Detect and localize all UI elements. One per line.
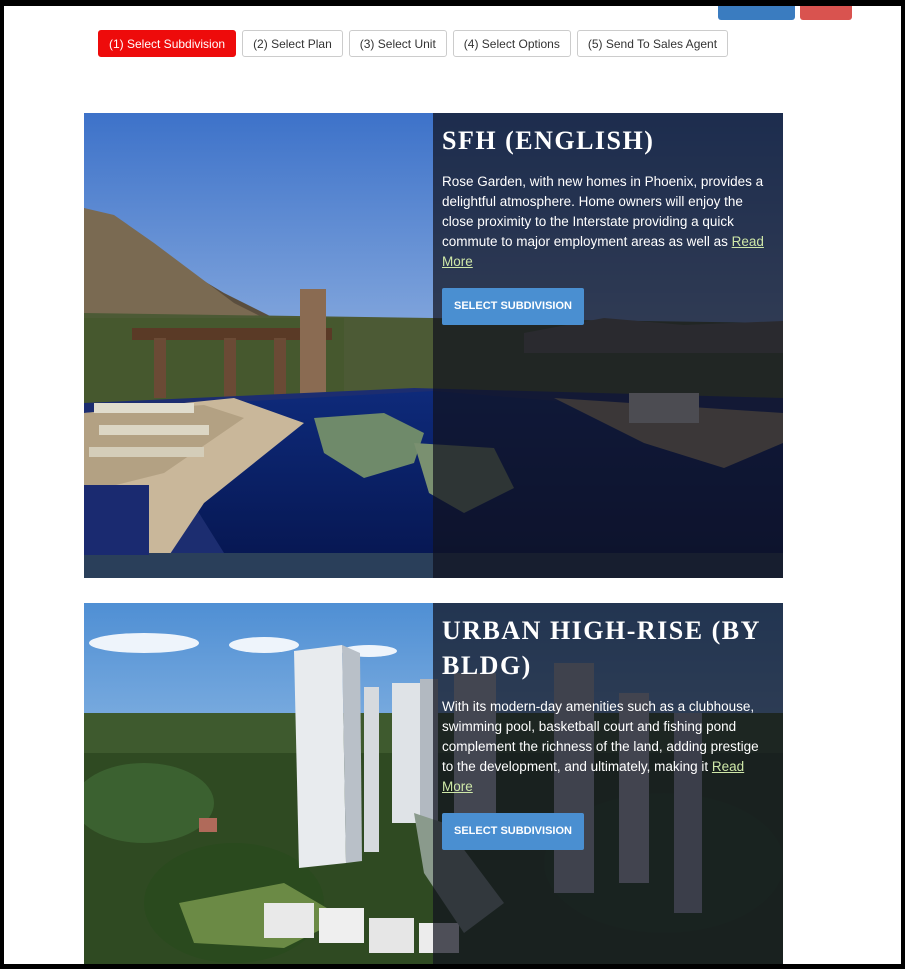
card-description: Rose Garden, with new homes in Phoenix, …: [442, 174, 764, 269]
step-select-plan[interactable]: (2) Select Plan: [242, 30, 343, 57]
card-title: URBAN HIGH-RISE (BY BLDG): [442, 616, 760, 680]
header-primary-button[interactable]: [718, 6, 795, 20]
card-title: SFH (ENGLISH): [442, 126, 655, 155]
step-nav: (1) Select Subdivision (2) Select Plan (…: [98, 30, 729, 57]
subdivision-card-sfh: SFH (ENGLISH) Rose Garden, with new home…: [84, 113, 783, 578]
step-select-options[interactable]: (4) Select Options: [452, 30, 571, 57]
page-frame: (1) Select Subdivision (2) Select Plan (…: [4, 6, 901, 964]
card-overlay: SFH (ENGLISH) Rose Garden, with new home…: [433, 113, 783, 578]
select-subdivision-button[interactable]: SELECT SUBDIVISION: [442, 288, 584, 325]
select-subdivision-button[interactable]: SELECT SUBDIVISION: [442, 813, 584, 850]
header-logout-button[interactable]: [800, 6, 852, 20]
card-description: With its modern-day amenities such as a …: [442, 699, 759, 794]
subdivision-card-urban-high-rise: URBAN HIGH-RISE (BY BLDG) With its moder…: [84, 603, 783, 964]
step-select-unit[interactable]: (3) Select Unit: [348, 30, 447, 57]
step-select-subdivision[interactable]: (1) Select Subdivision: [98, 30, 237, 57]
card-overlay: URBAN HIGH-RISE (BY BLDG) With its moder…: [433, 603, 783, 964]
step-send-to-sales-agent[interactable]: (5) Send To Sales Agent: [576, 30, 729, 57]
